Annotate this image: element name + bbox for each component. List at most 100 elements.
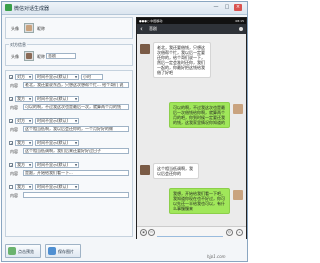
chat-bubble-3: 这个相当低调啊，我以后会还你的 [153, 163, 199, 179]
message-1-content-label: 内容 [10, 83, 18, 88]
phone-preview: ●●●○ 中国移动 08:15 ‹ 悲剧 老北，我还要借钱，只想这次借帮个忙，我… [136, 17, 247, 239]
receiver-nickname-input[interactable]: 悲剧 [46, 53, 76, 59]
receiver-avatar[interactable] [24, 51, 34, 61]
message-4-sender-select[interactable]: 我方 ▼ [15, 140, 33, 146]
message-6-time-value: 时间不显示(默认) [37, 184, 69, 189]
message-4-content-input[interactable]: 这个相当低调啊，我们后来还要好好过日子 [23, 148, 129, 154]
sender-avatar-label: 头像 [11, 26, 19, 31]
keyboard-icon[interactable]: ▭ [148, 229, 155, 236]
chevron-down-icon: ▼ [74, 163, 78, 167]
sender-avatar-icon [233, 190, 243, 200]
preview-button[interactable]: 点击预览 [5, 244, 41, 258]
message-4-checkbox[interactable]: ✓ [9, 141, 13, 146]
message-6-sender-value: 我方 [17, 184, 25, 189]
preview-button-label: 点击预览 [18, 249, 34, 254]
chevron-down-icon: ▼ [28, 97, 32, 101]
chat-bubble-2: 可以的啊，不过我这次也是最后一次借钱给你啊，就算两个月的吧，你到时候一定要还我的… [169, 102, 230, 128]
chevron-down-icon: ▼ [74, 185, 78, 189]
message-2-sender-select[interactable]: 我方 ▼ [15, 96, 33, 102]
message-1-checkbox[interactable]: ✓ [9, 75, 13, 80]
message-5-time-value: 时间不显示(默认) [37, 162, 69, 167]
message-2-sender-value: 我方 [17, 96, 25, 101]
chat-input-bar: ◉ ▭ ☺ + [137, 226, 246, 239]
voice-icon[interactable]: ◉ [140, 229, 147, 236]
message-3-content-label: 内容 [10, 127, 18, 132]
message-1-time-select[interactable]: 时间不显示(默认) ▼ [35, 74, 79, 80]
message-6-checkbox[interactable] [9, 185, 13, 189]
chevron-down-icon: ▼ [28, 119, 32, 123]
message-1-hour-input[interactable]: 小时 [81, 74, 103, 80]
close-button[interactable]: × [234, 4, 242, 11]
message-5-content-input[interactable]: 是跟，开始给我们看一下... [23, 170, 129, 176]
chat-bubble-4: 我想，开始给我们看一下吧，我知道你现在也不好过，你可以先还一半给我也可以，有什么… [169, 188, 230, 214]
receiver-avatar-icon [140, 165, 150, 175]
chat-bubble-1: 老北，我还要借钱，只想这次借帮个忙，我以后一定要还你的，给个哥们说一下，然后一定… [153, 42, 211, 78]
emoji-icon[interactable]: ☺ [226, 229, 233, 236]
message-5-sender-value: 我方 [17, 162, 25, 167]
message-5-sender-select[interactable]: 我方 ▼ [15, 162, 33, 168]
message-4-time-select[interactable]: 时间不显示(默认) ▼ [35, 140, 79, 146]
message-1-content-input[interactable]: 老北，我还要说东西，只想这次想帮个忙... 给个哥们 说 [23, 82, 129, 88]
app-icon [5, 4, 12, 11]
sender-avatar-icon [233, 104, 243, 114]
message-4-sender-value: 我方 [17, 140, 25, 145]
message-5-content-label: 内容 [10, 171, 18, 176]
message-3-time-value: 时间不显示(默认) [37, 118, 69, 123]
message-3-time-select[interactable]: 时间不显示(默认) ▼ [35, 118, 79, 124]
receiver-group: 对方信息 头像 昵称 悲剧 [5, 42, 133, 66]
message-6-time-select[interactable]: 时间不显示(默认) ▼ [35, 184, 79, 190]
message-2-checkbox[interactable]: ✓ [9, 97, 13, 102]
chat-text-field[interactable] [157, 229, 223, 237]
receiver-group-legend: 对方信息 [9, 42, 27, 48]
messages-group: ✓ 对方 ▼ 时间不显示(默认) ▼ 小时 内容 老北，我还要说东西，只想这次想帮个… [5, 70, 133, 237]
chevron-down-icon: ▼ [74, 119, 78, 123]
message-3-sender-select[interactable]: 对方 ▼ [15, 118, 33, 124]
chevron-down-icon: ▼ [28, 163, 32, 167]
message-2-time-value: 时间不显示(默认) [37, 96, 69, 101]
app-window: 微信对话生成器 — □ × 头像 昵称 对方信息 头像 昵称 悲剧 ✓ 对方 ▼ … [1, 1, 248, 262]
watermark: hjp1.com [207, 254, 226, 259]
chevron-down-icon: ▼ [28, 185, 32, 189]
preview-icon [8, 247, 16, 255]
message-6-content-label: 内容 [10, 193, 18, 198]
receiver-avatar-icon [140, 44, 150, 54]
window-title: 微信对话生成器 [14, 6, 50, 12]
chevron-down-icon: ▼ [74, 97, 78, 101]
message-6-content-input[interactable] [23, 192, 129, 198]
settings-panel: 头像 昵称 对方信息 头像 昵称 悲剧 ✓ 对方 ▼ 时间不显示(默认) ▼ 小时 … [5, 17, 133, 239]
save-icon [48, 247, 56, 255]
profile-icon[interactable] [239, 27, 243, 31]
message-3-sender-value: 对方 [17, 118, 25, 123]
sender-nickname-label: 昵称 [37, 26, 45, 31]
chevron-down-icon: ▼ [74, 75, 78, 79]
message-1-sender-select[interactable]: 对方 ▼ [15, 74, 33, 80]
maximize-button[interactable]: □ [223, 4, 231, 11]
message-1-time-value: 时间不显示(默认) [37, 74, 69, 79]
receiver-nickname-label: 昵称 [37, 54, 45, 59]
chat-title: 悲剧 [149, 26, 157, 31]
minimize-button[interactable]: — [212, 4, 220, 11]
message-1-sender-value: 对方 [17, 74, 25, 79]
message-5-checkbox[interactable]: ✓ [9, 163, 13, 168]
message-4-content-label: 内容 [10, 149, 18, 154]
message-2-content-input[interactable]: 可以的啊，不过我这次也是最后一次，就算两个月的钱 [23, 104, 129, 110]
message-2-content-label: 内容 [10, 105, 18, 110]
chat-nav-bar: ‹ 悲剧 [137, 24, 246, 34]
chat-area: 老北，我还要借钱，只想这次借帮个忙，我以后一定要还你的，给个哥们说一下，然后一定… [137, 34, 246, 226]
message-3-content-input[interactable]: 这个相当低啊，我以后会还你的，一个月好好的做 [23, 126, 129, 132]
chevron-down-icon: ▼ [28, 141, 32, 145]
save-button-label: 保存图片 [58, 249, 74, 254]
chevron-down-icon: ▼ [74, 141, 78, 145]
message-6-sender-select[interactable]: 我方 ▼ [15, 184, 33, 190]
receiver-avatar-label: 头像 [11, 54, 19, 59]
back-arrow-icon[interactable]: ‹ [140, 24, 143, 34]
message-4-time-value: 时间不显示(默认) [37, 140, 69, 145]
message-2-time-select[interactable]: 时间不显示(默认) ▼ [35, 96, 79, 102]
title-bar: 微信对话生成器 — □ × [2, 2, 247, 15]
sender-group: 头像 昵称 [5, 17, 133, 39]
sender-avatar[interactable] [24, 23, 34, 33]
save-image-button[interactable]: 保存图片 [45, 244, 81, 258]
message-3-checkbox[interactable]: ✓ [9, 119, 13, 124]
message-5-time-select[interactable]: 时间不显示(默认) ▼ [35, 162, 79, 168]
plus-icon[interactable]: + [236, 229, 243, 236]
